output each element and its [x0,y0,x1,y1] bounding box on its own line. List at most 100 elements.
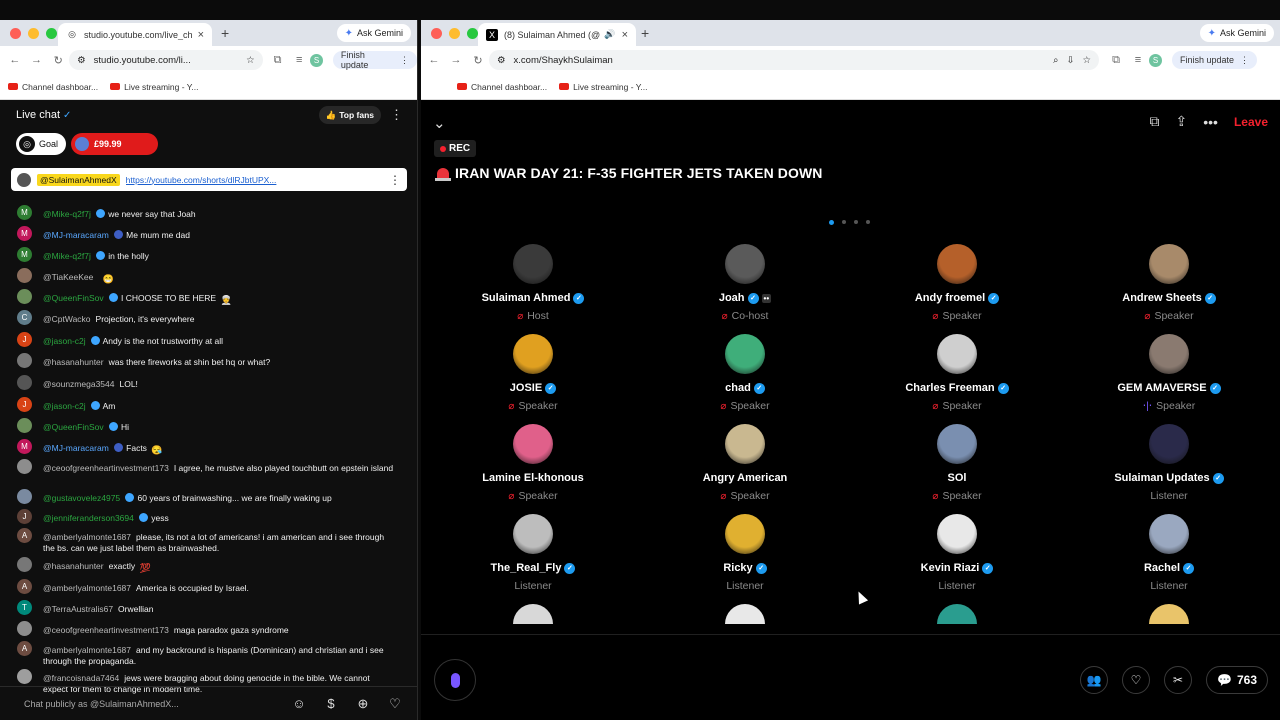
chat-message[interactable]: M @Mike-q2f7j we never say that Joah [17,205,397,220]
finish-update-button[interactable]: Finish update ⋮ [332,50,417,70]
chat-author[interactable]: @QueenFinSov [43,293,104,303]
profile-avatar[interactable]: S [310,53,323,67]
goal-chip[interactable]: ◎ Goal [16,133,67,155]
page-dot[interactable] [829,219,834,225]
browser-tab[interactable]: X (8) Sulaiman Ahmed (@S 🔊 × [478,23,636,46]
participant-avatar-partial[interactable] [725,604,765,624]
pinned-link[interactable]: https://youtube.com/shorts/dlRJbtUPX... [126,175,383,185]
back-arrow-icon[interactable]: ← [4,54,26,66]
address-bar[interactable]: ⚙ x.com/ShaykhSulaiman ⌕ ⇩ ☆ [489,50,1099,70]
chat-message[interactable]: J @jenniferanderson3694 yess [17,509,397,524]
forward-arrow-icon[interactable]: → [26,54,48,66]
bookmark-live-streaming[interactable]: Live streaming - Y... [559,82,647,92]
chat-message[interactable]: @QueenFinSov I CHOOSE TO BE HERE 👳 [17,289,397,306]
chat-author[interactable]: @amberlyalmonte1687 [43,532,131,542]
add-icon[interactable]: ⊕ [352,693,374,715]
new-tab-button[interactable]: + [221,25,229,41]
heart-plus-icon[interactable]: ♡ [1122,666,1151,694]
extensions-icon[interactable]: ⧉ [1105,54,1127,67]
chat-message[interactable]: C @CptWacko Projection, it's everywhere [17,310,397,325]
forward-arrow-icon[interactable]: → [445,54,467,66]
emoji-icon[interactable]: ☺ [288,693,310,715]
close-tab-icon[interactable]: × [622,29,628,41]
participant[interactable]: Kevin Riazi ✓ Listener [877,514,1037,592]
site-settings-icon[interactable]: ⚙ [497,55,506,66]
chat-author[interactable]: @ceoofgreenheartinvestment173 [43,463,169,473]
participant[interactable]: SOl ⌀ Speaker [877,424,1037,502]
super-chat-icon[interactable]: $ [320,693,342,715]
share-icon[interactable]: ⇪ [1176,113,1188,130]
participant[interactable]: The_Real_Fly ✓ Listener [453,514,613,592]
page-dot[interactable] [854,220,858,224]
close-tab-icon[interactable]: × [198,29,204,41]
finish-update-button[interactable]: Finish update ⋮ [1172,51,1258,69]
new-tab-button[interactable]: + [641,25,649,41]
address-bar[interactable]: ⚙ studio.youtube.com/li... ☆ [69,50,263,70]
bookmark-star-icon[interactable]: ☆ [246,55,255,66]
chat-message[interactable]: M @MJ-maracaram Me mum me dad [17,226,397,241]
chat-author[interactable]: @hasanahunter [43,357,104,367]
chat-message[interactable]: @ceoofgreenheartinvestment173 maga parado… [17,621,397,636]
chevron-down-icon[interactable]: ⌄ [433,114,446,132]
chat-message[interactable]: @TiaKeeKee 😁 [17,268,397,285]
comments-button[interactable]: 💬 763 [1206,666,1268,694]
chat-menu-icon[interactable]: ⋮ [390,107,403,123]
chat-author[interactable]: @QueenFinSov [43,422,104,432]
minimize-window-button[interactable] [28,28,39,39]
participant-avatar-partial[interactable] [513,604,553,624]
browser-tab[interactable]: ◎ studio.youtube.com/live_cha × [58,23,212,46]
tab-search-icon[interactable]: ≡ [288,54,310,66]
participant[interactable]: Charles Freeman ✓ ⌀ Speaker [877,334,1037,412]
bookmark-channel-dashboard[interactable]: Channel dashboar... [457,82,547,92]
chat-author[interactable]: @ceoofgreenheartinvestment173 [43,625,169,635]
ask-gemini-button[interactable]: ✦ Ask Gemini [336,24,411,42]
chat-message[interactable]: A @amberlyalmonte1687 America is occupied … [17,579,397,594]
chat-author[interactable]: @TiaKeeKee [43,272,93,282]
participant[interactable]: Sulaiman Updates ✓ Listener [1089,424,1249,502]
chat-message[interactable]: J @jason-c2j Am [17,397,397,412]
participant-avatar-partial[interactable] [1149,604,1189,624]
maximize-window-button[interactable] [46,28,57,39]
extensions-icon[interactable]: ⧉ [267,54,289,67]
maximize-window-button[interactable] [467,28,478,39]
participant-avatar-partial[interactable] [937,604,977,624]
chat-message[interactable]: @hasanahunter exactly 💯 [17,557,397,574]
reload-icon[interactable]: ↻ [47,54,69,67]
chat-author[interactable]: @jason-c2j [43,401,86,411]
page-dot[interactable] [866,220,870,224]
tab-search-icon[interactable]: ≡ [1127,54,1149,66]
chat-input[interactable]: Chat publicly as @SulaimanAhmedX... [12,693,278,715]
chat-message[interactable]: @hasanahunter was there fireworks at shin… [17,353,397,368]
chat-message[interactable]: M @Mike-q2f7j in the holly [17,247,397,262]
bookmark-live-streaming[interactable]: Live streaming - Y... [110,82,198,92]
chat-author[interactable]: @jenniferanderson3694 [43,513,134,523]
chat-message[interactable]: M @MJ-maracaram Facts 😪 [17,439,397,456]
participant[interactable]: Rachel ✓ Listener [1089,514,1249,592]
install-icon[interactable]: ⇩ [1067,55,1075,66]
participant[interactable]: Joah ✓ •• ⌀ Co-host [665,244,825,322]
chat-message[interactable]: @sounzmega3544 LOL! [17,375,397,390]
close-window-button[interactable] [431,28,442,39]
minimize-window-button[interactable] [449,28,460,39]
super-chat-chip[interactable]: £99.99 [71,133,159,155]
zoom-icon[interactable]: ⌕ [1053,55,1058,66]
chat-author[interactable]: @amberlyalmonte1687 [43,645,131,655]
site-settings-icon[interactable]: ⚙ [77,55,86,66]
chat-message[interactable]: A @amberlyalmonte1687 and my backround is … [17,641,397,667]
microphone-button[interactable] [434,659,476,701]
chat-author[interactable]: @CptWacko [43,314,91,324]
participant[interactable]: Ricky ✓ Listener [665,514,825,592]
chat-message[interactable]: J @jason-c2j Andy is the not trustworthy … [17,332,397,347]
bookmark-star-icon[interactable]: ☆ [1082,55,1091,66]
page-dot[interactable] [842,220,846,224]
profile-avatar[interactable]: S [1149,53,1162,67]
pinned-menu-icon[interactable]: ⋮ [389,173,401,187]
reload-icon[interactable]: ↻ [467,54,489,67]
heart-icon[interactable]: ♡ [384,693,406,715]
participant[interactable]: Sulaiman Ahmed ✓ ⌀ Host [453,244,613,322]
leave-button[interactable]: Leave [1234,115,1268,129]
chat-author[interactable]: @gustavovelez4975 [43,493,120,503]
top-fans-button[interactable]: 👍 Top fans [318,106,381,124]
pinned-message[interactable]: @SulaimanAhmedX https://youtube.com/shor… [11,168,407,191]
participant[interactable]: Andrew Sheets ✓ ⌀ Speaker [1089,244,1249,322]
